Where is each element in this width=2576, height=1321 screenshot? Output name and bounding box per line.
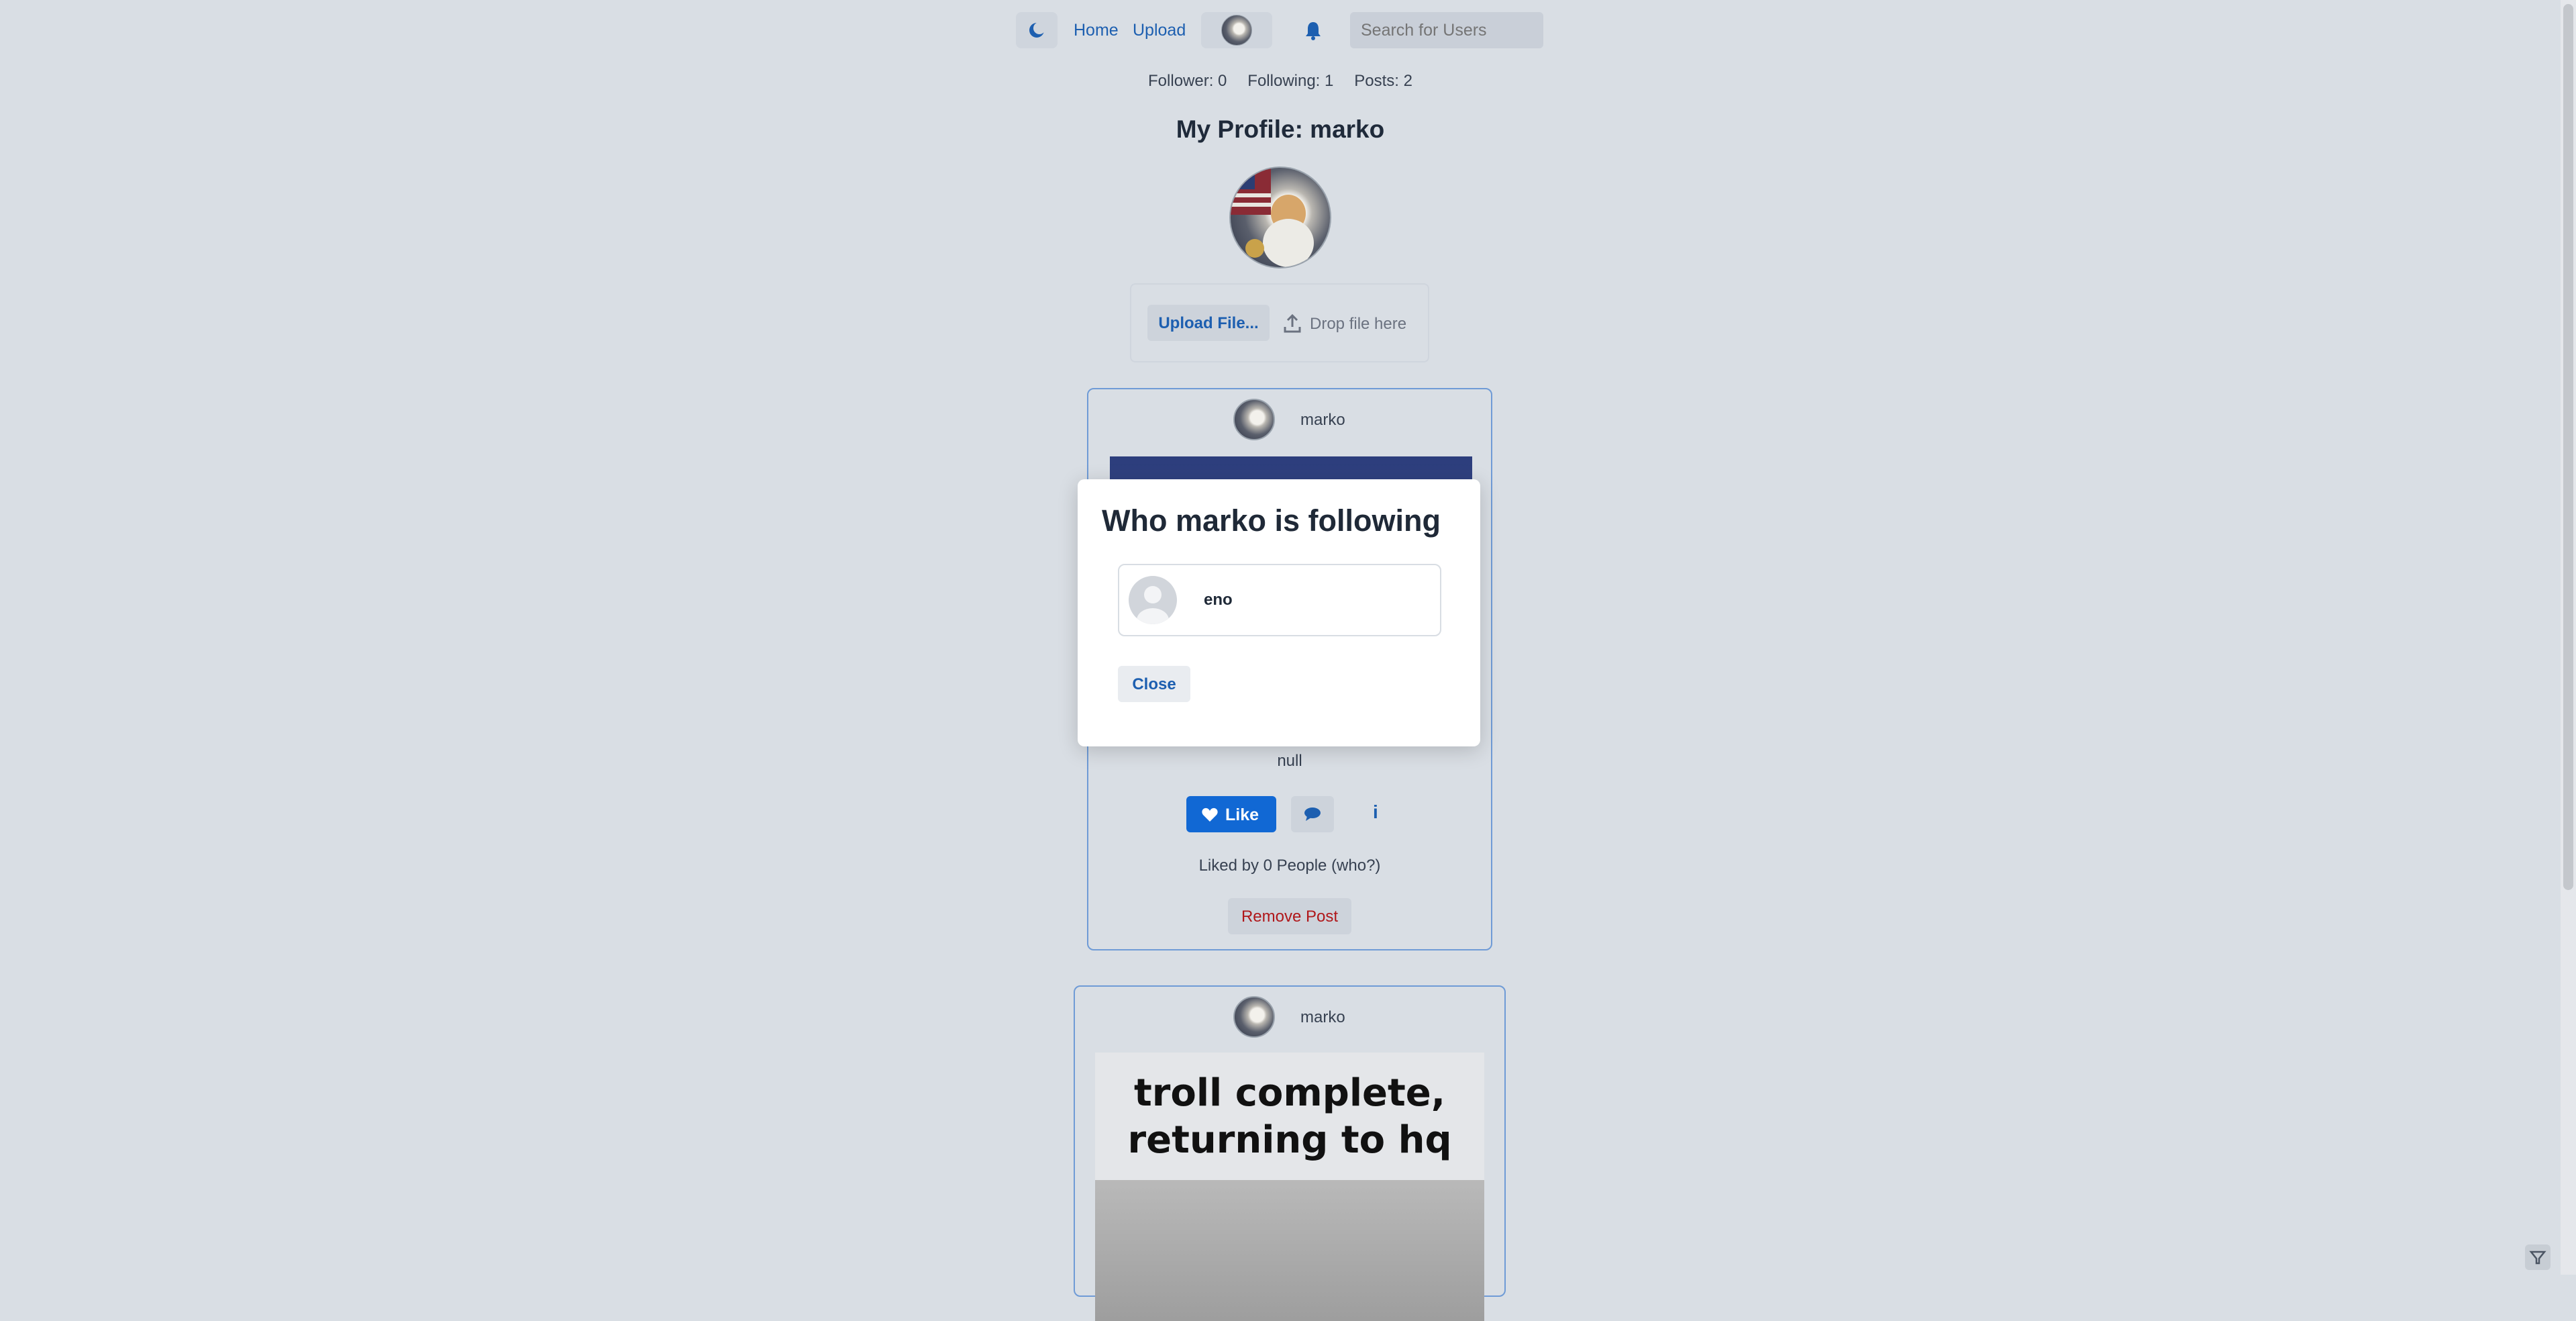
modal-title: Who marko is following (1102, 503, 1441, 538)
theme-toggle-button[interactable] (1016, 12, 1058, 48)
user-avatar-placeholder-icon (1129, 576, 1177, 624)
post-author-avatar[interactable] (1233, 399, 1275, 440)
floating-widget-button[interactable] (2525, 1244, 2551, 1270)
following-count[interactable]: Following: 1 (1247, 72, 1333, 90)
profile-stats: Follower: 0 Following: 1 Posts: 2 (0, 72, 2561, 91)
nav-home-link[interactable]: Home (1074, 21, 1119, 40)
comment-button[interactable] (1291, 796, 1334, 832)
page-title: My Profile: marko (1176, 115, 1385, 143)
following-modal: Who marko is following eno Close (1078, 479, 1480, 746)
close-label: Close (1132, 675, 1176, 693)
liked-by-text[interactable]: Liked by 0 People (who?) (1088, 857, 1491, 875)
scrollbar-thumb[interactable] (2563, 4, 2573, 890)
upload-icon (1284, 313, 1301, 333)
list-item[interactable]: eno (1118, 564, 1441, 636)
profile-avatar-button[interactable] (1201, 12, 1272, 48)
scrollbar[interactable] (2561, 0, 2576, 1275)
heart-icon (1202, 808, 1218, 822)
following-user-name: eno (1204, 591, 1233, 609)
meme-text-line: troll complete, (1133, 1071, 1446, 1115)
post-caption: null (1277, 752, 1302, 770)
info-button[interactable]: i (1373, 801, 1378, 823)
search-users-input[interactable] (1350, 12, 1543, 48)
post-card: marko troll complete, returning to hq (1074, 985, 1506, 1321)
filter-icon (2529, 1251, 2546, 1265)
follower-count[interactable]: Follower: 0 (1148, 72, 1227, 90)
like-button[interactable]: Like (1186, 796, 1276, 832)
comment-icon (1304, 808, 1321, 821)
astronaut-image-icon (1231, 168, 1314, 267)
upload-file-button[interactable]: Upload File... (1147, 305, 1270, 341)
like-label: Like (1225, 805, 1259, 824)
post-author-avatar[interactable] (1233, 996, 1275, 1038)
remove-post-button[interactable]: Remove Post (1228, 898, 1351, 934)
profile-picture (1229, 166, 1331, 268)
close-button[interactable]: Close (1118, 666, 1190, 702)
post-image: troll complete, returning to hq (1095, 1053, 1484, 1321)
theme-icon (1029, 22, 1045, 38)
meme-text-line: returning to hq (1127, 1118, 1452, 1162)
posts-count: Posts: 2 (1354, 72, 1412, 90)
remove-post-label: Remove Post (1241, 908, 1339, 926)
upload-file-label: Upload File... (1158, 314, 1259, 332)
post-author-name[interactable]: marko (1300, 1008, 1345, 1027)
avatar (1221, 15, 1252, 46)
file-upload-area[interactable]: Upload File... Drop file here (1130, 283, 1429, 362)
bell-icon[interactable] (1303, 19, 1323, 42)
nav-upload-link[interactable]: Upload (1133, 21, 1186, 40)
drop-file-label: Drop file here (1310, 315, 1407, 333)
post-author-name[interactable]: marko (1300, 411, 1345, 430)
